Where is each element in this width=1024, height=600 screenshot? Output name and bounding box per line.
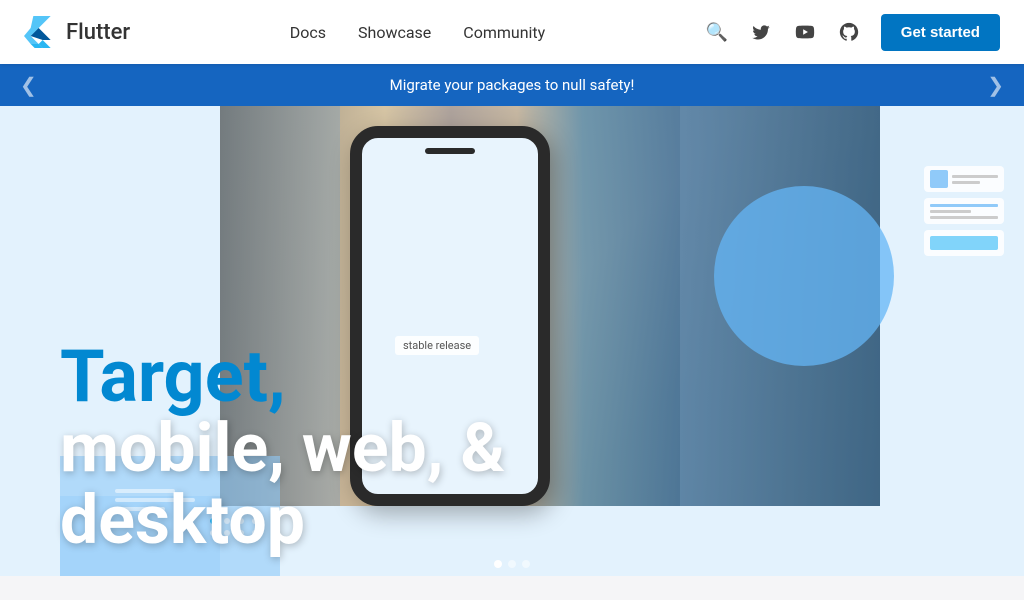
ui-card-1 [924, 166, 1004, 192]
ui-card-block [930, 236, 998, 250]
ui-card-line-3 [930, 216, 998, 219]
ui-card-line [952, 175, 998, 178]
nav-community[interactable]: Community [463, 23, 545, 42]
ui-card-lines-3 [930, 236, 998, 250]
twitter-icon[interactable] [749, 20, 773, 44]
nav-actions: 🔍 Get started [705, 14, 1000, 51]
flutter-logo-icon [24, 16, 56, 48]
get-started-button[interactable]: Get started [881, 14, 1000, 51]
nav-links: Docs Showcase Community [290, 23, 546, 42]
ui-card-2 [924, 198, 1004, 224]
ui-card-lines-2 [930, 204, 998, 219]
hero-title-bottom: mobile, web, &desktop [60, 413, 505, 556]
blue-circle-decoration [714, 186, 894, 366]
hero-title-top: Target, [60, 341, 505, 413]
youtube-icon[interactable] [793, 20, 817, 44]
hero-text-area: Target, mobile, web, &desktop [60, 341, 505, 556]
nav-showcase[interactable]: Showcase [358, 23, 431, 42]
ui-card-3 [924, 230, 1004, 256]
ui-card-line-blue [930, 204, 998, 207]
nav-docs[interactable]: Docs [290, 23, 326, 42]
ui-card-line-short [952, 181, 980, 184]
carousel-dot-3[interactable] [522, 560, 530, 568]
carousel-dot-2[interactable] [508, 560, 516, 568]
github-icon[interactable] [837, 20, 861, 44]
navbar: Flutter Docs Showcase Community 🔍 Get st… [0, 0, 1024, 64]
ui-card-image-1 [930, 170, 948, 188]
hero-section: stable release Target, mobile, web, &des… [0, 106, 1024, 576]
search-icon[interactable]: 🔍 [705, 20, 729, 44]
banner-next-icon[interactable]: ❯ [987, 73, 1004, 97]
banner-text: Migrate your packages to null safety! [390, 76, 635, 94]
right-ui-panel [924, 166, 1004, 256]
ui-card-line-2 [930, 210, 971, 213]
carousel-dot-1[interactable] [494, 560, 502, 568]
carousel-indicator [494, 560, 530, 568]
ui-card-lines-1 [952, 175, 998, 184]
brand-name: Flutter [66, 20, 130, 45]
brand-area: Flutter [24, 16, 130, 48]
banner-prev-icon[interactable]: ❮ [20, 73, 37, 97]
banner: ❮ Migrate your packages to null safety! … [0, 64, 1024, 106]
